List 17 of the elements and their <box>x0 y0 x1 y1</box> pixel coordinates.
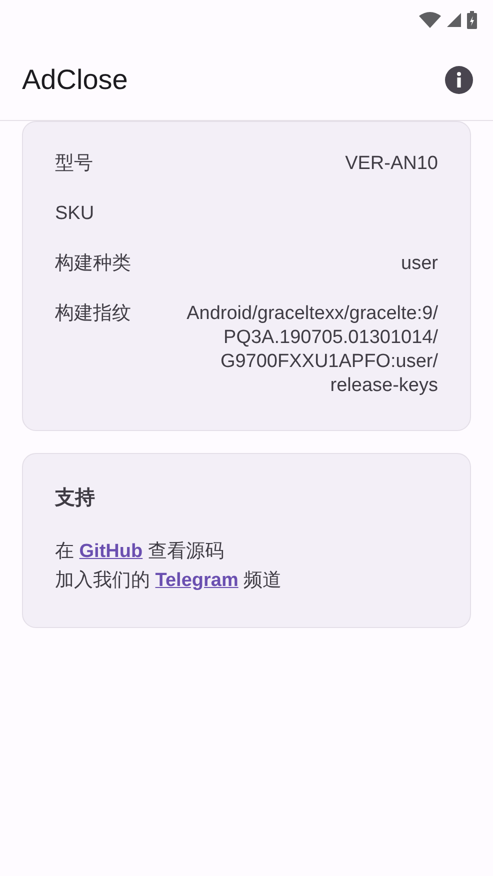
info-label: 构建指纹 <box>55 302 131 326</box>
info-value: VER-AN10 <box>345 152 438 176</box>
link[interactable]: Telegram <box>155 570 238 591</box>
info-value: Android/graceltexx/gracelte:9/PQ3A.190705.01301014/G9700FXXU1APFO:user/release-keys <box>186 302 438 398</box>
app-title: AdClose <box>22 64 128 96</box>
wifi-icon <box>419 12 441 28</box>
link[interactable]: GitHub <box>79 541 143 562</box>
info-value: user <box>401 252 438 276</box>
info-icon[interactable] <box>445 66 473 94</box>
support-text: 加入我们的 Telegram 频道 <box>55 569 283 593</box>
battery-icon <box>467 11 477 29</box>
card-title: 支持 <box>55 486 96 511</box>
info-label: SKU <box>55 202 94 226</box>
support-text: 在 GitHub 查看源码 <box>55 540 225 564</box>
signal-icon <box>447 13 461 27</box>
info-label: 型号 <box>55 152 93 176</box>
info-label: 构建种类 <box>55 252 131 276</box>
